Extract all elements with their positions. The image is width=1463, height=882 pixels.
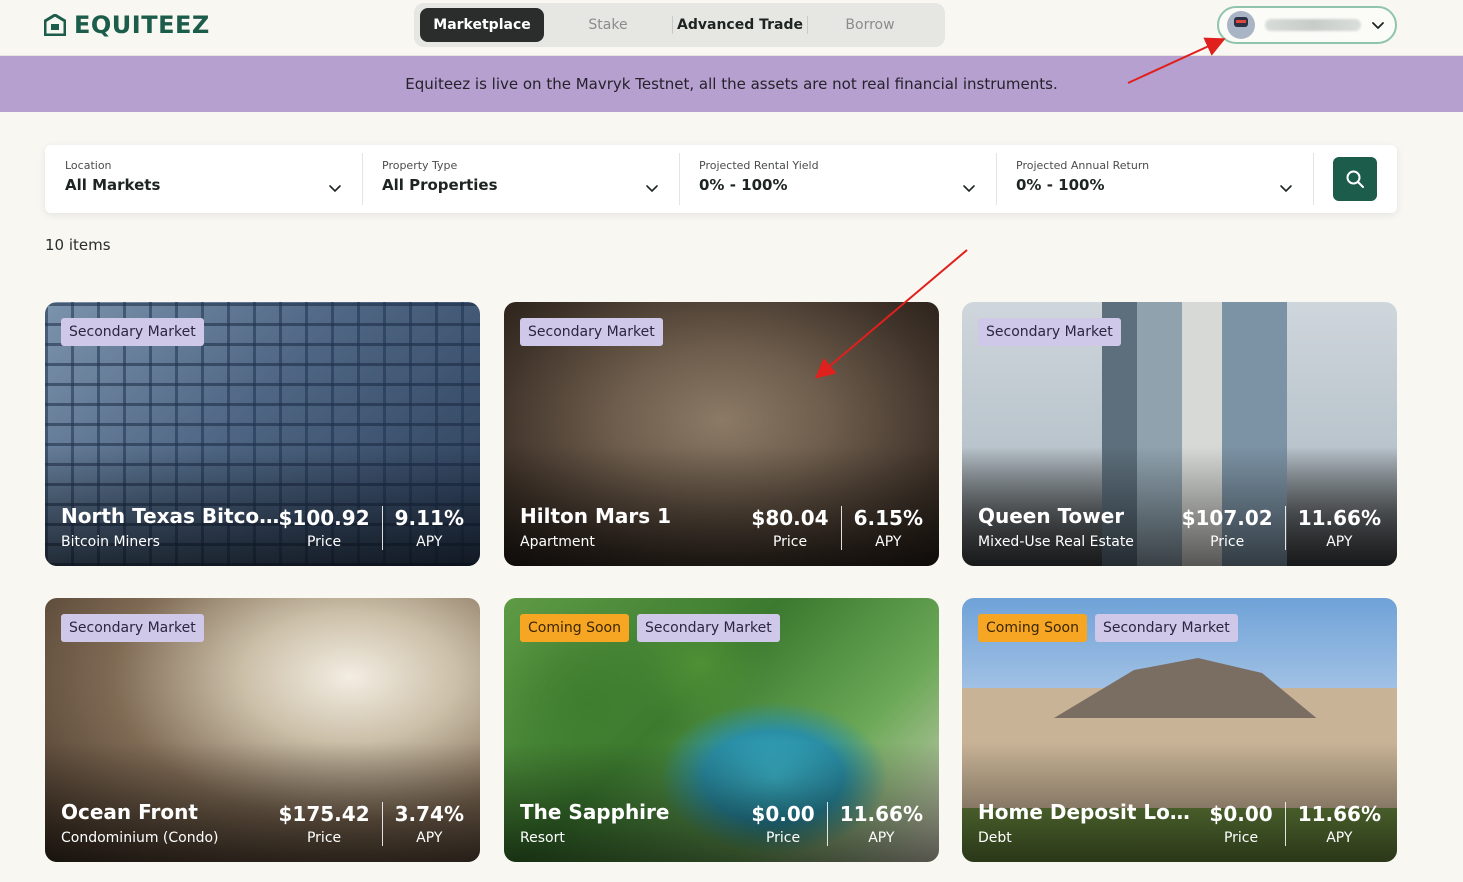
price-value: $80.04 (751, 506, 829, 530)
tab-borrow[interactable]: Borrow (808, 8, 932, 42)
property-card[interactable]: Secondary Market North Texas Bitcoin... … (45, 302, 480, 566)
price-label: Price (772, 534, 808, 550)
apy-label: APY (416, 534, 443, 550)
filter-property-type[interactable]: Property Type All Properties (362, 145, 679, 213)
apy-value: 3.74% (394, 802, 464, 826)
price-label: Price (1223, 830, 1259, 846)
top-header: EQUITEEZ Marketplace Stake Advanced Trad… (0, 0, 1463, 56)
property-title: Home Deposit Loans (978, 800, 1198, 824)
secondary-market-badge: Secondary Market (978, 318, 1121, 346)
filter-label: Projected Annual Return (1016, 159, 1150, 172)
price-value: $0.00 (751, 802, 815, 826)
filter-label: Property Type (382, 159, 458, 172)
price-value: $107.02 (1181, 506, 1273, 530)
filter-label: Projected Rental Yield (699, 159, 819, 172)
price-label: Price (306, 534, 342, 550)
filter-value: 0% - 100% (699, 176, 788, 194)
secondary-market-badge: Secondary Market (636, 614, 780, 642)
property-title: North Texas Bitcoin... (61, 504, 281, 528)
banner-text: Equiteez is live on the Mavryk Testnet, … (405, 75, 1058, 93)
property-type: Mixed-Use Real Estate (978, 534, 1134, 550)
tab-stake[interactable]: Stake (544, 8, 672, 42)
property-title: The Sapphire (520, 800, 670, 824)
price-label: Price (1210, 534, 1245, 550)
tab-advanced-trade[interactable]: Advanced Trade (673, 8, 807, 42)
property-type: Bitcoin Miners (61, 534, 160, 550)
filter-rental-yield[interactable]: Projected Rental Yield 0% - 100% (679, 145, 996, 213)
search-icon (1346, 170, 1364, 188)
tab-marketplace[interactable]: Marketplace (420, 8, 544, 42)
search-button[interactable] (1333, 157, 1377, 201)
chevron-down-icon (963, 185, 975, 193)
chevron-down-icon (1372, 22, 1384, 29)
secondary-market-badge: Secondary Market (61, 318, 204, 346)
property-card[interactable]: Secondary Market Hilton Mars 1 Apartment… (504, 302, 939, 566)
main-nav: Marketplace Stake Advanced Trade Borrow (414, 3, 945, 47)
apy-value: 11.66% (1297, 506, 1381, 530)
filter-bar: Location All Markets Property Type All P… (45, 145, 1397, 213)
property-card[interactable]: Secondary Market Queen Tower Mixed-Use R… (962, 302, 1397, 566)
property-type: Apartment (520, 534, 595, 550)
property-title: Hilton Mars 1 (520, 504, 671, 528)
home-logo-icon (44, 14, 66, 36)
items-count: 10 items (45, 236, 111, 254)
coming-soon-badge: Coming Soon (978, 614, 1087, 642)
apy-label: APY (1326, 830, 1353, 846)
account-name-blurred (1265, 19, 1361, 31)
property-stats: $100.92 Price 9.11% APY (267, 506, 464, 550)
apy-label: APY (868, 830, 895, 846)
apy-value: 11.66% (1297, 802, 1381, 826)
property-card[interactable]: Secondary Market Ocean Front Condominium… (45, 598, 480, 862)
property-card[interactable]: Coming Soon Secondary Market Home Deposi… (962, 598, 1397, 862)
property-stats: $80.04 Price 6.15% APY (739, 506, 923, 550)
logo[interactable]: EQUITEEZ (44, 11, 210, 39)
property-type: Debt (978, 830, 1012, 846)
filter-annual-return[interactable]: Projected Annual Return 0% - 100% (996, 145, 1313, 213)
secondary-market-badge: Secondary Market (61, 614, 204, 642)
filter-divider (1313, 153, 1314, 205)
property-type: Condominium (Condo) (61, 830, 219, 846)
apy-value: 11.66% (839, 802, 923, 826)
logo-text: EQUITEEZ (74, 11, 210, 39)
coming-soon-badge: Coming Soon (520, 614, 629, 642)
chevron-down-icon (646, 185, 658, 193)
property-stats: $0.00 Price 11.66% APY (1197, 802, 1381, 846)
property-title: Ocean Front (61, 800, 198, 824)
apy-label: APY (416, 830, 443, 846)
robot-avatar-icon (1227, 11, 1255, 39)
apy-value: 6.15% (853, 506, 923, 530)
price-value: $100.92 (278, 506, 370, 530)
filter-value: All Properties (382, 176, 498, 194)
filter-value: All Markets (65, 176, 161, 194)
price-label: Price (306, 830, 342, 846)
filter-label: Location (65, 159, 112, 172)
secondary-market-badge: Secondary Market (1094, 614, 1238, 642)
property-stats: $107.02 Price 11.66% APY (1170, 506, 1381, 550)
apy-value: 9.11% (394, 506, 464, 530)
chevron-down-icon (1280, 185, 1292, 193)
account-menu-button[interactable] (1217, 6, 1397, 44)
property-stats: $175.42 Price 3.74% APY (267, 802, 464, 846)
price-label: Price (765, 830, 801, 846)
property-type: Resort (520, 830, 565, 846)
filter-value: 0% - 100% (1016, 176, 1105, 194)
apy-label: APY (875, 534, 902, 550)
price-value: $175.42 (278, 802, 370, 826)
filter-location[interactable]: Location All Markets (45, 145, 362, 213)
property-stats: $0.00 Price 11.66% APY (739, 802, 923, 846)
testnet-banner: Equiteez is live on the Mavryk Testnet, … (0, 56, 1463, 112)
apy-label: APY (1326, 534, 1353, 550)
price-value: $0.00 (1209, 802, 1273, 826)
property-title: Queen Tower (978, 504, 1125, 528)
secondary-market-badge: Secondary Market (520, 318, 663, 346)
property-card[interactable]: Coming Soon Secondary Market The Sapphir… (504, 598, 939, 862)
chevron-down-icon (329, 185, 341, 193)
